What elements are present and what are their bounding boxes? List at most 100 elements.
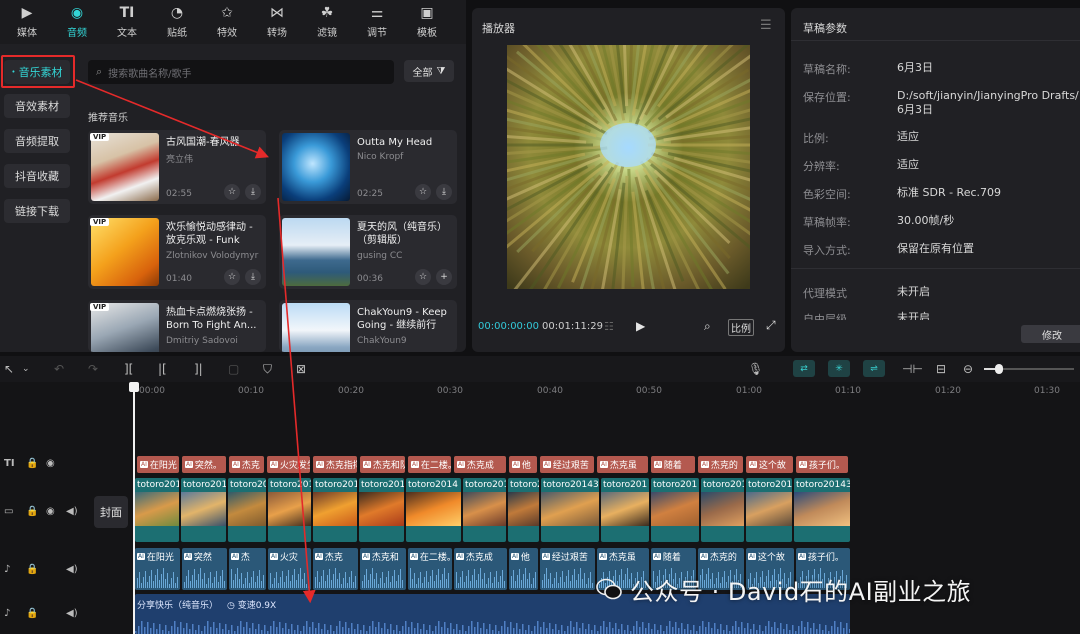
voiceover-clip[interactable]: AI 杰克成 <box>454 548 507 590</box>
video-clip[interactable]: totoro201 <box>508 478 539 542</box>
voiceover-clip[interactable]: AI 杰 <box>229 548 266 590</box>
text-clip[interactable]: AI 孩子们。 <box>796 456 848 473</box>
zoom-slider-handle[interactable] <box>995 364 1003 374</box>
voiceover-clip[interactable]: AI 他 <box>509 548 538 590</box>
preview-axis-icon[interactable]: ⊣⊢ <box>902 362 923 376</box>
text-clip[interactable]: AI杰克指挥 <box>313 456 357 473</box>
download-icon[interactable]: ⤓ <box>436 184 452 200</box>
tab-media[interactable]: ▶ 媒体 <box>2 0 52 44</box>
search-input[interactable]: ⌕ 搜索歌曲名称/歌手 <box>88 60 394 84</box>
marker-icon[interactable]: ⛉ <box>263 362 272 377</box>
video-clip[interactable]: totoro201 <box>701 478 744 542</box>
video-clip[interactable]: totoro201 <box>463 478 506 542</box>
eye-icon[interactable]: ◉ <box>46 458 55 469</box>
fit-timeline-icon[interactable]: ⊟ <box>936 362 946 376</box>
split-left-icon[interactable]: |[ <box>158 362 167 376</box>
favorite-star-icon[interactable]: ☆ <box>415 269 431 285</box>
auto-snap-icon[interactable]: ✳ <box>828 360 850 377</box>
video-clip[interactable]: totoro201 <box>746 478 792 542</box>
cursor-select-icon[interactable]: ↖ <box>4 362 14 376</box>
lock-icon[interactable]: 🔒 <box>26 564 38 575</box>
zoom-fit-icon[interactable]: ⌕ <box>704 319 711 334</box>
play-button[interactable]: ▶ <box>636 319 645 333</box>
text-clip[interactable]: AI在二楼。 <box>408 456 451 473</box>
video-clip[interactable]: totoro201 <box>359 478 404 542</box>
music-card[interactable]: VIP 热血卡点燃烧张扬 - Born To Fight An... Dmitr… <box>88 300 266 352</box>
main-track-magnet-icon[interactable]: ⇄ <box>793 360 815 377</box>
tab-sticker[interactable]: ◔ 贴纸 <box>152 0 202 44</box>
voiceover-clip[interactable]: AI 经过艰苦 <box>540 548 595 590</box>
text-clip[interactable]: AI 随着 <box>651 456 695 473</box>
tab-template[interactable]: ▣ 模板 <box>402 0 452 44</box>
music-card[interactable]: Outta My Head Nico Kropf 02:25 ☆ ⤓ <box>279 130 457 204</box>
voiceover-clip[interactable]: AI 在阳光 <box>135 548 180 590</box>
text-clip[interactable]: AI 他 <box>509 456 537 473</box>
text-clip[interactable]: AI火灾发生 <box>267 456 310 473</box>
music-card[interactable]: ChakYoun9 - Keep Going - 继续前行 ChakYoun9 <box>279 300 457 352</box>
cover-button[interactable]: 封面 <box>94 496 128 528</box>
video-clip[interactable]: totoro2014 <box>406 478 461 542</box>
fullscreen-icon[interactable]: ⤢ <box>766 318 776 333</box>
speaker-icon[interactable]: ◀) <box>66 608 78 619</box>
video-clip[interactable]: totoro201 <box>313 478 357 542</box>
split-right-icon[interactable]: ]| <box>194 362 203 376</box>
side-item-link-download[interactable]: 链接下载 <box>4 199 70 223</box>
redo-icon[interactable]: ↷ <box>88 362 98 376</box>
eye-icon[interactable]: ◉ <box>46 506 55 517</box>
edit-button[interactable]: 修改 <box>1021 325 1080 343</box>
text-clip[interactable]: AI 经过艰苦 <box>540 456 594 473</box>
video-clip[interactable]: totoro201 <box>181 478 226 542</box>
tab-transition[interactable]: ⋈ 转场 <box>252 0 302 44</box>
music-card[interactable]: VIP 欢乐愉悦动感律动 - 放克乐观 - Funk Upb... Zlotni… <box>88 215 266 289</box>
speaker-icon[interactable]: ◀) <box>66 506 78 517</box>
speaker-icon[interactable]: ◀) <box>66 564 78 575</box>
video-clip[interactable]: totoro20143 <box>794 478 850 542</box>
video-clip[interactable]: totoro20 <box>228 478 266 542</box>
undo-icon[interactable]: ↶ <box>54 362 64 376</box>
text-clip[interactable]: AI 杰克 <box>229 456 264 473</box>
text-clip[interactable]: AI 杰克和队 <box>360 456 405 473</box>
tab-effects[interactable]: ✩ 特效 <box>202 0 252 44</box>
side-item-audio-extract[interactable]: 音频提取 <box>4 129 70 153</box>
voiceover-clip[interactable]: AI 火灾 <box>268 548 311 590</box>
microphone-icon[interactable]: 🎙 <box>748 362 763 376</box>
text-clip[interactable]: AI 杰克虽 <box>597 456 648 473</box>
video-clip[interactable]: totoro20143 <box>541 478 599 542</box>
favorite-star-icon[interactable]: ☆ <box>224 269 240 285</box>
lock-icon[interactable]: 🔒 <box>26 608 38 619</box>
lock-icon[interactable]: 🔒 <box>26 458 38 469</box>
tab-adjust[interactable]: ⚌ 调节 <box>352 0 402 44</box>
text-clip[interactable]: AI 杰克的 <box>698 456 743 473</box>
menu-icon[interactable]: ☰ <box>760 18 772 33</box>
music-card[interactable]: 夏天的风（纯音乐）（剪辑版） gusing CC 00:36 ☆ + <box>279 215 457 289</box>
linkage-icon[interactable]: ⇌ <box>863 360 885 377</box>
add-icon[interactable]: + <box>436 269 452 285</box>
filter-button[interactable]: 全部 ⧩ <box>404 60 454 82</box>
side-item-sound-effects[interactable]: 音效素材 <box>4 94 70 118</box>
voiceover-clip[interactable]: AI 杰克和 <box>360 548 406 590</box>
download-icon[interactable]: ⤓ <box>245 184 261 200</box>
tab-filter[interactable]: ☘ 滤镜 <box>302 0 352 44</box>
video-clip[interactable]: totoro201 <box>135 478 179 542</box>
voiceover-clip[interactable]: AI在二楼。 <box>408 548 452 590</box>
ratio-button[interactable]: 比例 <box>728 319 754 336</box>
favorite-star-icon[interactable]: ☆ <box>415 184 431 200</box>
music-card[interactable]: VIP 古风国潮-春风器 亮立伟 02:55 ☆ ⤓ <box>88 130 266 204</box>
voiceover-clip[interactable]: AI 突然 <box>182 548 227 590</box>
download-icon[interactable]: ⤓ <box>245 269 261 285</box>
side-item-douyin-favorites[interactable]: 抖音收藏 <box>4 164 70 188</box>
favorite-star-icon[interactable]: ☆ <box>224 184 240 200</box>
chevron-down-icon[interactable]: ⌄ <box>22 364 30 374</box>
split-icon[interactable]: ][ <box>124 362 133 376</box>
voiceover-clip[interactable]: AI 杰克 <box>313 548 358 590</box>
text-clip[interactable]: AI 在阳光 <box>137 456 179 473</box>
delete-icon[interactable]: ▢ <box>228 362 239 376</box>
lock-icon[interactable]: 🔒 <box>26 506 38 517</box>
text-clip[interactable]: AI 这个故 <box>746 456 793 473</box>
video-clip[interactable]: totoro201 <box>601 478 649 542</box>
text-clip[interactable]: AI 突然。 <box>182 456 226 473</box>
tab-text[interactable]: TI 文本 <box>102 0 152 44</box>
tab-audio[interactable]: ◉ 音频 <box>52 0 102 44</box>
smart-cut-icon[interactable]: ⊠ <box>296 362 306 376</box>
grid-icon[interactable]: ☷ <box>604 320 614 333</box>
